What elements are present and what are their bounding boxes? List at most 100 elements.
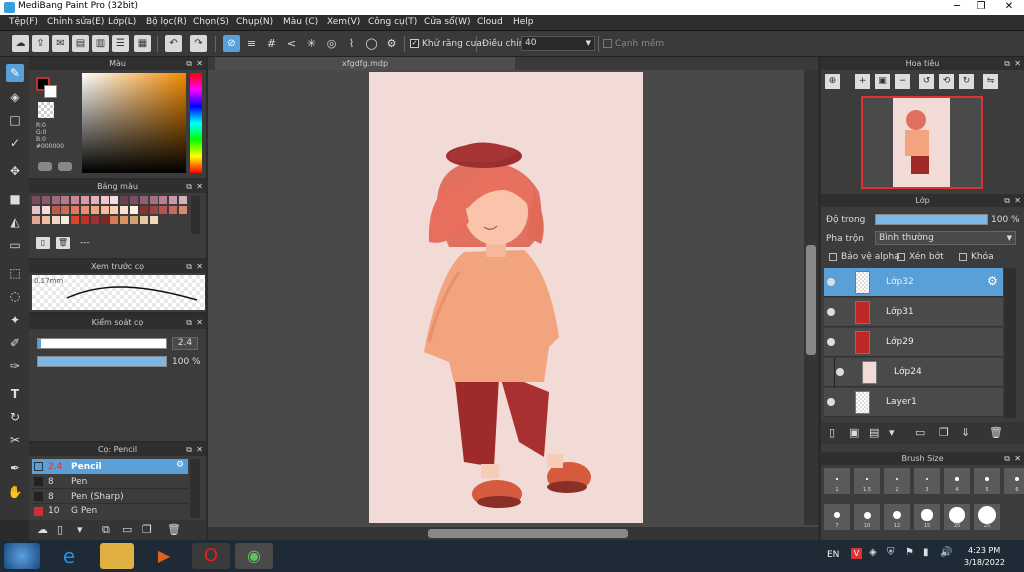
palette-swatch[interactable] — [110, 206, 119, 214]
palette-swatch[interactable] — [71, 206, 80, 214]
tray-app-icon[interactable]: V — [851, 548, 862, 559]
divide-tool-icon[interactable]: ✂ — [6, 431, 24, 449]
color-mode-button[interactable] — [38, 162, 52, 171]
palette-swatch[interactable] — [61, 206, 70, 214]
zoom-out-icon[interactable]: − — [895, 74, 910, 89]
tray-security-icon[interactable]: ⛨ — [887, 547, 895, 558]
document-icon[interactable]: ▤ — [72, 35, 89, 52]
menu-window[interactable]: Cửa sổ(W) — [424, 17, 470, 27]
undock-icon[interactable]: ⧉ — [186, 57, 192, 70]
palette-swatch[interactable] — [159, 196, 168, 204]
tray-flag-icon[interactable]: ⚑ — [905, 547, 914, 558]
rectangle-tool-icon[interactable]: □ — [6, 111, 24, 129]
add-brush-icon[interactable]: ▾ — [77, 523, 83, 536]
undock-icon[interactable]: ⧉ — [186, 443, 192, 456]
upload-icon[interactable]: ⇪ — [32, 35, 49, 52]
palette-swatch[interactable] — [100, 206, 109, 214]
brush-list-scrollbar[interactable] — [190, 459, 200, 518]
new-8bit-layer-icon[interactable]: ▤ — [869, 426, 879, 439]
palette-swatch[interactable] — [51, 216, 60, 224]
palette-swatch[interactable] — [179, 206, 187, 214]
trash-icon[interactable]: 🗑 — [167, 523, 181, 536]
cloud-brush-icon[interactable]: ☁ — [37, 523, 48, 536]
text-tool-icon[interactable]: T — [6, 385, 24, 403]
undock-icon[interactable]: ⧉ — [1004, 452, 1010, 465]
snap-off-icon[interactable]: ⊘ — [223, 35, 240, 52]
blend-mode-dropdown[interactable]: Bình thường ▼ — [875, 231, 1016, 245]
menu-layer[interactable]: Lớp(L) — [108, 17, 136, 27]
close-button[interactable]: ✕ — [994, 0, 1024, 15]
layer-row-lop24[interactable]: Lớp24 — [824, 358, 1003, 387]
palette-swatch[interactable] — [41, 206, 50, 214]
duplicate-icon[interactable]: ❐ — [142, 523, 152, 536]
fit-screen-icon[interactable]: ▣ — [875, 74, 890, 89]
brush-size-option[interactable]: 6 — [1004, 468, 1024, 494]
radial-snap-icon[interactable]: ✳ — [303, 35, 320, 52]
eye-icon[interactable] — [836, 368, 844, 376]
undock-icon[interactable]: ⧉ — [1004, 57, 1010, 70]
lasso-tool-icon[interactable]: ◌ — [6, 287, 24, 305]
palette-swatch[interactable] — [90, 216, 99, 224]
vanish-snap-icon[interactable]: < — [283, 35, 300, 52]
document-tab[interactable]: xfgdfg.mdp — [215, 57, 515, 70]
select-eraser-tool-icon[interactable]: ✑ — [6, 357, 24, 375]
zoom-fit-icon[interactable]: ⊕ — [825, 74, 840, 89]
comment-icon[interactable]: ✉ — [52, 35, 69, 52]
clock-time[interactable]: 4:23 PM — [968, 546, 1000, 555]
brush-size-option[interactable]: 15 — [914, 504, 940, 530]
brush-size-option[interactable]: 25 — [974, 504, 1000, 530]
brush-size-value[interactable]: 2.4 — [172, 337, 198, 350]
menu-view[interactable]: Xem(V) — [327, 17, 360, 27]
media-player-icon[interactable]: ▶ — [145, 543, 183, 569]
palette-swatch[interactable] — [120, 206, 129, 214]
eye-icon[interactable] — [827, 338, 835, 346]
palette-scrollbar[interactable] — [191, 196, 200, 234]
palette-swatch[interactable] — [179, 196, 187, 204]
magic-wand-tool-icon[interactable]: ✦ — [6, 311, 24, 329]
palette-swatch[interactable] — [149, 216, 158, 224]
list-icon[interactable]: ☰ — [112, 35, 129, 52]
palette-swatch[interactable] — [110, 196, 119, 204]
brush-item-g-pen[interactable]: 10 G Pen — [32, 504, 188, 518]
undock-icon[interactable]: ⧉ — [186, 180, 192, 193]
volume-icon[interactable]: 🔊 — [940, 547, 952, 558]
opera-icon[interactable]: O — [192, 543, 230, 569]
menu-capture[interactable]: Chụp(N) — [236, 17, 273, 27]
folder-icon[interactable]: ▭ — [122, 523, 132, 536]
layer-row-lop31[interactable]: Lớp31 — [824, 298, 1003, 327]
curve-snap-icon[interactable]: ⌇ — [343, 35, 360, 52]
brush-size-option[interactable]: 5 — [974, 468, 1000, 494]
close-icon[interactable]: ✕ — [1014, 57, 1021, 70]
hand-tool-icon[interactable]: ✋ — [6, 483, 24, 501]
eye-icon[interactable] — [827, 308, 835, 316]
palette-swatch[interactable] — [100, 196, 109, 204]
gradient-tool-icon[interactable]: ▭ — [6, 236, 24, 254]
palette-swatch[interactable] — [32, 196, 40, 204]
trash-icon[interactable]: 🗑 — [56, 237, 70, 249]
palette-swatch[interactable] — [139, 196, 148, 204]
brush-size-slider[interactable] — [37, 338, 167, 349]
start-button[interactable] — [4, 543, 40, 569]
navigator-preview[interactable] — [861, 96, 983, 189]
brush-size-option[interactable]: 4 — [944, 468, 970, 494]
drawing-canvas[interactable] — [369, 72, 643, 523]
ellipse-snap-icon[interactable]: ◯ — [363, 35, 380, 52]
bucket-tool-icon[interactable]: ◭ — [6, 213, 24, 231]
hue-slider[interactable] — [190, 73, 202, 173]
duplicate-layer-icon[interactable]: ❐ — [939, 426, 949, 439]
palette-swatch[interactable] — [90, 206, 99, 214]
rotate-reset-icon[interactable]: ⟲ — [939, 74, 954, 89]
circle-snap-icon[interactable]: ◎ — [323, 35, 340, 52]
parallel-snap-icon[interactable]: ≡ — [243, 35, 260, 52]
brush-item-pencil[interactable]: 2.4 Pencil ⚙ — [32, 459, 188, 474]
palette-swatch[interactable] — [169, 196, 178, 204]
palette-swatch[interactable] — [41, 216, 50, 224]
transparent-color-swatch[interactable] — [38, 102, 54, 118]
close-icon[interactable]: ✕ — [196, 180, 203, 193]
brush-size-option[interactable]: 12 — [884, 504, 910, 530]
palette-swatch[interactable] — [51, 196, 60, 204]
internet-explorer-icon[interactable]: e — [50, 543, 88, 569]
undo-icon[interactable]: ↶ — [165, 35, 182, 52]
brush-size-option[interactable]: 2 — [884, 468, 910, 494]
sub-color-swatch[interactable] — [44, 85, 57, 98]
